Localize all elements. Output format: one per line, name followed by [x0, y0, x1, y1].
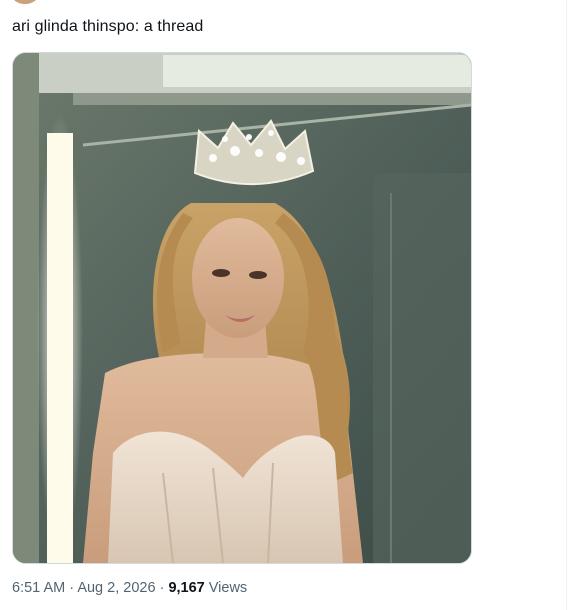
tweet-meta: 6:51 AM · Aug 2, 2026 · 9,167 Views	[12, 580, 247, 596]
tweet-photo[interactable]	[12, 52, 472, 564]
tweet-time[interactable]: 6:51 AM	[12, 580, 65, 596]
meta-separator: ·	[159, 580, 165, 596]
photo-illustration	[13, 53, 471, 563]
author-avatar[interactable]	[12, 0, 38, 4]
tweet-date[interactable]: Aug 2, 2026	[77, 580, 155, 596]
meta-separator: ·	[69, 580, 75, 596]
views-link[interactable]: 9,167 Views	[168, 580, 247, 596]
views-label: Views	[208, 580, 248, 596]
column-divider	[566, 0, 567, 610]
tweet-text: ari glinda thinspo: a thread	[12, 18, 204, 35]
views-count: 9,167	[168, 580, 205, 596]
